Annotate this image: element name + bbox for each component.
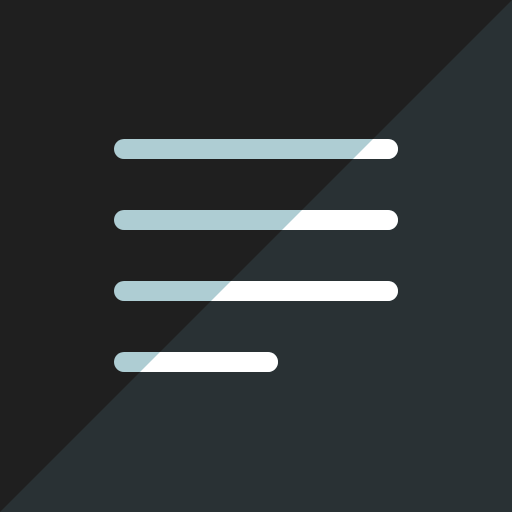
text-lines-icon — [0, 0, 512, 512]
text-lines-icon-canvas — [0, 0, 512, 512]
